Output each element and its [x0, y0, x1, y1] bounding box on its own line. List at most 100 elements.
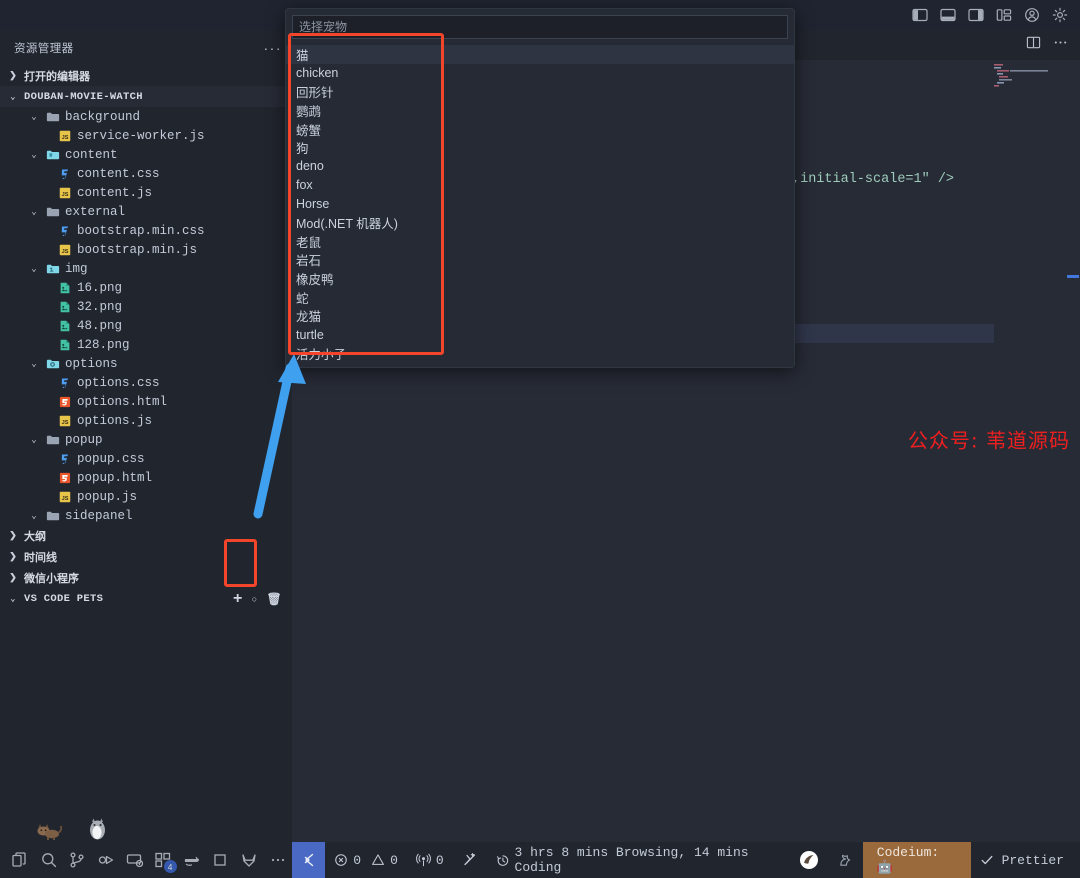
sidebar-section-3[interactable]: ⌄VS CODE PETS+○🗑	[0, 588, 292, 609]
pet-throw-ball-icon[interactable]: ○	[252, 594, 258, 604]
tree-item-label: popup.css	[77, 452, 145, 466]
tree-file-row[interactable]: 16.png	[0, 278, 292, 297]
sidebar-more-actions-icon[interactable]: ···	[264, 44, 283, 52]
quick-pick-item[interactable]: Mod(.NET 机器人)	[286, 213, 794, 232]
tree-folder-row[interactable]: ⌄sidepanel	[0, 506, 292, 525]
sidebar-section-1[interactable]: ❯时间线	[0, 546, 292, 567]
quick-pick-item[interactable]: 橡皮鸭	[286, 269, 794, 288]
activity-remote-explorer[interactable]	[120, 845, 149, 875]
activity-extensions[interactable]: 4	[149, 845, 178, 875]
sidebar-section-label: 大纲	[24, 528, 46, 544]
activity-docker[interactable]	[178, 845, 207, 875]
search-input[interactable]	[292, 15, 788, 39]
image-file-icon	[58, 319, 72, 333]
ellipsis-icon	[269, 851, 287, 869]
tree-folder-row[interactable]: ⌄external	[0, 202, 292, 221]
tree-file-row[interactable]: popup.css	[0, 449, 292, 468]
pets-layer	[0, 816, 292, 842]
quick-pick-item[interactable]: deno	[286, 157, 794, 176]
tree-file-row[interactable]: bootstrap.min.css	[0, 221, 292, 240]
tree-file-row[interactable]: content.css	[0, 164, 292, 183]
status-ports[interactable]: 0	[407, 842, 453, 878]
status-problems[interactable]: 0 0	[325, 842, 407, 878]
remove-pet-icon[interactable]: 🗑	[266, 592, 282, 606]
quick-pick-item[interactable]: 回形针	[286, 82, 794, 101]
tree-file-row[interactable]: 32.png	[0, 297, 292, 316]
tree-folder-row[interactable]: ⌄ img	[0, 259, 292, 278]
folder-config-icon	[46, 357, 60, 371]
activity-run-debug[interactable]	[92, 845, 121, 875]
tree-file-row[interactable]: JSpopup.js	[0, 487, 292, 506]
tree-folder-row[interactable]: ⌄popup	[0, 430, 292, 449]
quick-pick-item[interactable]: 猫	[286, 45, 794, 64]
tree-file-row[interactable]: JSbootstrap.min.js	[0, 240, 292, 259]
svg-text:JS: JS	[62, 134, 69, 140]
add-pet-button[interactable]: +	[233, 590, 243, 608]
sidebar-section-2[interactable]: ❯微信小程序	[0, 567, 292, 588]
remote-explorer-icon	[126, 851, 144, 869]
overview-ruler[interactable]	[1066, 60, 1080, 842]
tree-folder-row[interactable]: ⌄background	[0, 107, 292, 126]
quick-pick-item[interactable]: 狗	[286, 138, 794, 157]
editor-more-actions-icon[interactable]	[1053, 35, 1068, 55]
activity-todo[interactable]	[206, 845, 235, 875]
tree-item-label: img	[65, 262, 88, 276]
quick-pick-item[interactable]: 螃蟹	[286, 120, 794, 139]
chevron-down-icon: ⌄	[27, 511, 41, 521]
activity-explorer[interactable]	[6, 845, 35, 875]
image-file-icon	[58, 338, 72, 352]
tree-file-row[interactable]: JSservice-worker.js	[0, 126, 292, 145]
gear-icon[interactable]	[1052, 7, 1068, 23]
tree-file-row[interactable]: JSoptions.js	[0, 411, 292, 430]
tree-item-label: background	[65, 110, 140, 124]
toggle-primary-sidebar-icon[interactable]	[912, 7, 928, 23]
tree-file-row[interactable]: options.css	[0, 373, 292, 392]
account-icon[interactable]	[1024, 7, 1040, 23]
split-editor-icon[interactable]	[1026, 35, 1041, 55]
customize-layout-icon[interactable]	[996, 7, 1012, 23]
activity-gitlab[interactable]	[235, 845, 264, 875]
quick-pick-item[interactable]: 活力小子	[286, 344, 794, 363]
status-wakatime[interactable]: 3 hrs 8 mins Browsing, 14 mins Coding	[487, 842, 790, 878]
error-icon	[334, 853, 348, 867]
tree-file-row[interactable]: JScontent.js	[0, 183, 292, 202]
quick-pick-item[interactable]: turtle	[286, 325, 794, 344]
tree-folder-row[interactable]: ⌄content	[0, 145, 292, 164]
status-extension-a[interactable]	[790, 842, 828, 878]
activity-search[interactable]	[35, 845, 64, 875]
tree-file-row[interactable]: 128.png	[0, 335, 292, 354]
toggle-secondary-sidebar-icon[interactable]	[968, 7, 984, 23]
image-file-icon	[58, 300, 72, 314]
remote-indicator-button[interactable]	[292, 842, 325, 878]
quick-pick-item[interactable]: chicken	[286, 64, 794, 83]
activity-source-control[interactable]	[63, 845, 92, 875]
warning-icon	[371, 853, 385, 867]
sidebar-section-0[interactable]: ❯大纲	[0, 525, 292, 546]
svg-text:JS: JS	[62, 248, 69, 254]
quick-pick-item[interactable]: 老鼠	[286, 232, 794, 251]
status-extension-b[interactable]	[828, 842, 863, 878]
tree-file-row[interactable]: 48.png	[0, 316, 292, 335]
quick-pick-item[interactable]: 龙猫	[286, 307, 794, 326]
toggle-panel-icon[interactable]	[940, 7, 956, 23]
quick-pick-item[interactable]: 岩石	[286, 251, 794, 270]
editor-minimap[interactable]	[992, 62, 1060, 106]
sidebar-section-open-editors[interactable]: ❯ 打开的编辑器	[0, 65, 292, 86]
quick-pick-item[interactable]: fox	[286, 176, 794, 195]
status-codeium[interactable]: Codeium: 🤖	[863, 842, 971, 878]
sidebar-section-workspace[interactable]: ⌄ DOUBAN-MOVIE-WATCH	[0, 86, 292, 107]
quick-pick-item[interactable]: 鹦鹉	[286, 101, 794, 120]
tree-folder-row[interactable]: ⌄options	[0, 354, 292, 373]
tree-file-row[interactable]: popup.html	[0, 468, 292, 487]
status-prettier[interactable]: Prettier	[971, 842, 1080, 878]
activity-more[interactable]	[263, 845, 292, 875]
status-bar: 0 0 0 3 hrs 8 mins Browsing, 14 mins Cod…	[292, 842, 1080, 878]
gitlab-icon	[240, 851, 258, 869]
chevron-down-icon: ⌄	[27, 264, 41, 274]
status-pets[interactable]	[453, 842, 487, 878]
quick-pick-item[interactable]: 蛇	[286, 288, 794, 307]
source-control-icon	[68, 851, 86, 869]
tree-item-label: bootstrap.min.css	[77, 224, 205, 238]
tree-file-row[interactable]: options.html	[0, 392, 292, 411]
quick-pick-item[interactable]: Horse	[286, 195, 794, 214]
